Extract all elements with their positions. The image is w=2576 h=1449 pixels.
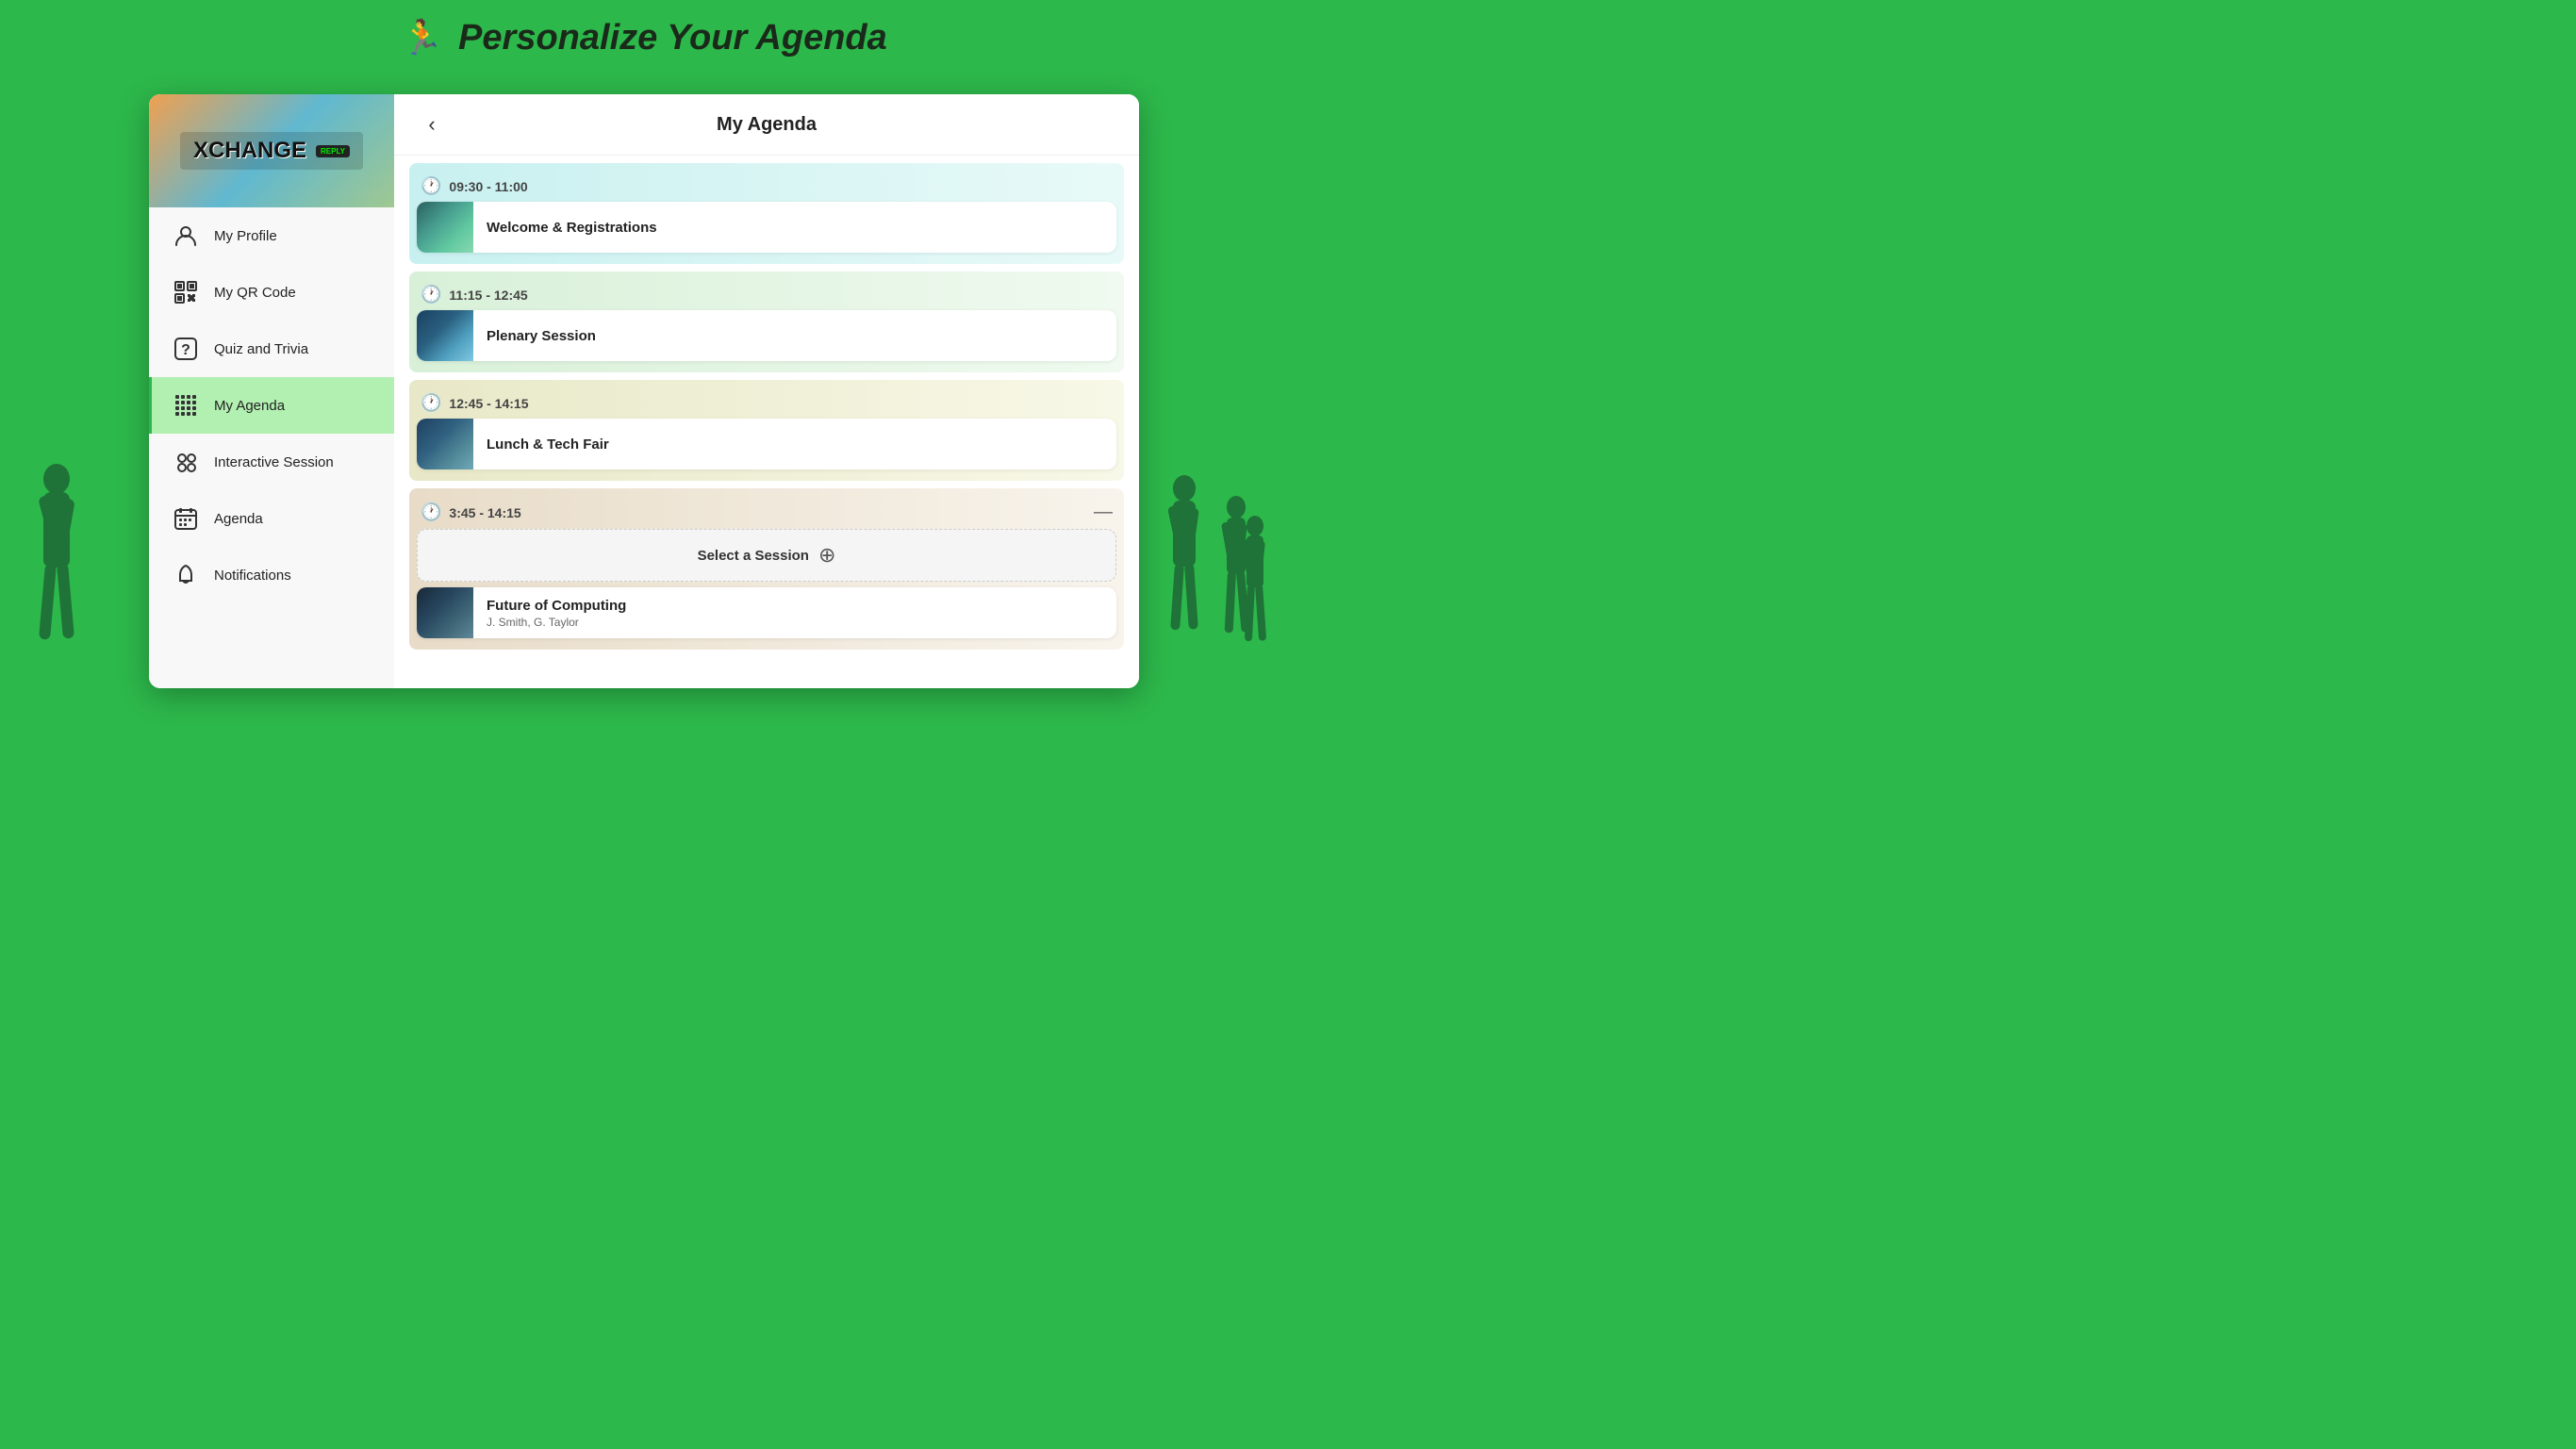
session-info: Future of Computing J. Smith, G. Taylor <box>473 588 1116 638</box>
sidebar-item-label: My Profile <box>214 228 277 244</box>
time-block-3: 🕐 12:45 - 14:15 Lunch & Tech Fair <box>409 380 1124 481</box>
session-thumbnail <box>417 202 473 253</box>
sidebar-item-label: My Agenda <box>214 398 285 414</box>
bell-icon <box>171 560 201 590</box>
sidebar: XCHANGE REPLY My Profile <box>149 94 394 688</box>
session-info: Welcome & Registrations <box>473 210 1116 245</box>
time-row-1: 🕐 09:30 - 11:00 <box>417 169 1116 202</box>
sidebar-item-notifications[interactable]: Notifications <box>149 547 394 603</box>
time-row-2: 🕐 11:15 - 12:45 <box>417 277 1116 310</box>
clock-icon: 🕐 <box>421 393 441 413</box>
time-row-3: 🕐 12:45 - 14:15 <box>417 386 1116 419</box>
clock-icon: 🕐 <box>421 502 441 522</box>
time-block-4: 🕐 3:45 - 14:15 — Select a Session ⊕ <box>409 488 1124 650</box>
session-thumbnail <box>417 310 473 361</box>
app-wrapper: XCHANGE REPLY My Profile <box>149 94 1139 688</box>
time-label-2: 🕐 11:15 - 12:45 <box>421 285 528 305</box>
header-title: Personalize Your Agenda <box>458 18 887 58</box>
session-title: Future of Computing <box>487 598 1103 614</box>
time-block-1: 🕐 09:30 - 11:00 Welcome & Registrations <box>409 163 1124 264</box>
grid-icon <box>171 390 201 420</box>
qr-icon <box>171 277 201 307</box>
time-label-1: 🕐 09:30 - 11:00 <box>421 176 528 196</box>
content-header: ‹ My Agenda <box>394 94 1139 156</box>
agenda-list: 🕐 09:30 - 11:00 Welcome & Registrations <box>394 156 1139 688</box>
sidebar-item-agenda[interactable]: Agenda <box>149 490 394 547</box>
sidebar-item-label: Quiz and Trivia <box>214 341 308 357</box>
header: 🏃 Personalize Your Agenda <box>0 0 1288 75</box>
collapse-button[interactable]: — <box>1094 502 1113 523</box>
sidebar-item-quiz-and-trivia[interactable]: ? Quiz and Trivia <box>149 321 394 377</box>
question-icon: ? <box>171 334 201 364</box>
sidebar-item-label: Notifications <box>214 568 291 584</box>
main-container: XCHANGE REPLY My Profile <box>0 75 1288 724</box>
sidebar-item-interactive-session[interactable]: Interactive Session <box>149 434 394 490</box>
calendar-icon <box>171 503 201 534</box>
session-card-welcome[interactable]: Welcome & Registrations <box>417 202 1116 253</box>
time-block-2: 🕐 11:15 - 12:45 Plenary Session <box>409 272 1124 372</box>
sidebar-header: XCHANGE REPLY <box>149 94 394 207</box>
sidebar-item-my-qr-code[interactable]: My QR Code <box>149 264 394 321</box>
sidebar-item-label: Agenda <box>214 511 263 527</box>
time-row-4: 🕐 3:45 - 14:15 — <box>417 494 1116 529</box>
reply-badge: REPLY <box>316 145 350 157</box>
session-thumbnail <box>417 419 473 469</box>
back-button[interactable]: ‹ <box>417 109 447 140</box>
logo-text: XCHANGE <box>193 138 306 164</box>
session-card-future-computing[interactable]: Future of Computing J. Smith, G. Taylor <box>417 587 1116 638</box>
session-title: Plenary Session <box>487 328 1103 344</box>
circles-icon <box>171 447 201 477</box>
svg-text:?: ? <box>181 342 190 358</box>
time-label-3: 🕐 12:45 - 14:15 <box>421 393 528 413</box>
session-subtitle: J. Smith, G. Taylor <box>487 616 1103 629</box>
add-circle-icon: ⊕ <box>818 543 835 568</box>
session-card-lunch[interactable]: Lunch & Tech Fair <box>417 419 1116 469</box>
clock-icon: 🕐 <box>421 176 441 196</box>
session-title: Welcome & Registrations <box>487 220 1103 236</box>
session-card-plenary[interactable]: Plenary Session <box>417 310 1116 361</box>
sidebar-item-label: My QR Code <box>214 285 296 301</box>
session-info: Lunch & Tech Fair <box>473 427 1116 462</box>
session-info: Plenary Session <box>473 319 1116 354</box>
person-icon <box>171 221 201 251</box>
clock-icon: 🕐 <box>421 285 441 305</box>
content-title: My Agenda <box>462 114 1071 136</box>
time-label-4: 🕐 3:45 - 14:15 <box>421 502 521 522</box>
header-icon: 🏃 <box>401 18 443 58</box>
select-session-label: Select a Session <box>698 548 809 564</box>
select-session-button[interactable]: Select a Session ⊕ <box>417 529 1116 582</box>
content-area: ‹ My Agenda 🕐 09:30 - 11:00 We <box>394 94 1139 688</box>
session-thumbnail <box>417 587 473 638</box>
session-title: Lunch & Tech Fair <box>487 436 1103 453</box>
sidebar-item-my-agenda[interactable]: My Agenda <box>149 377 394 434</box>
sidebar-item-label: Interactive Session <box>214 454 334 470</box>
sidebar-item-my-profile[interactable]: My Profile <box>149 207 394 264</box>
app-logo: XCHANGE REPLY <box>180 132 363 170</box>
sidebar-navigation: My Profile <box>149 207 394 688</box>
